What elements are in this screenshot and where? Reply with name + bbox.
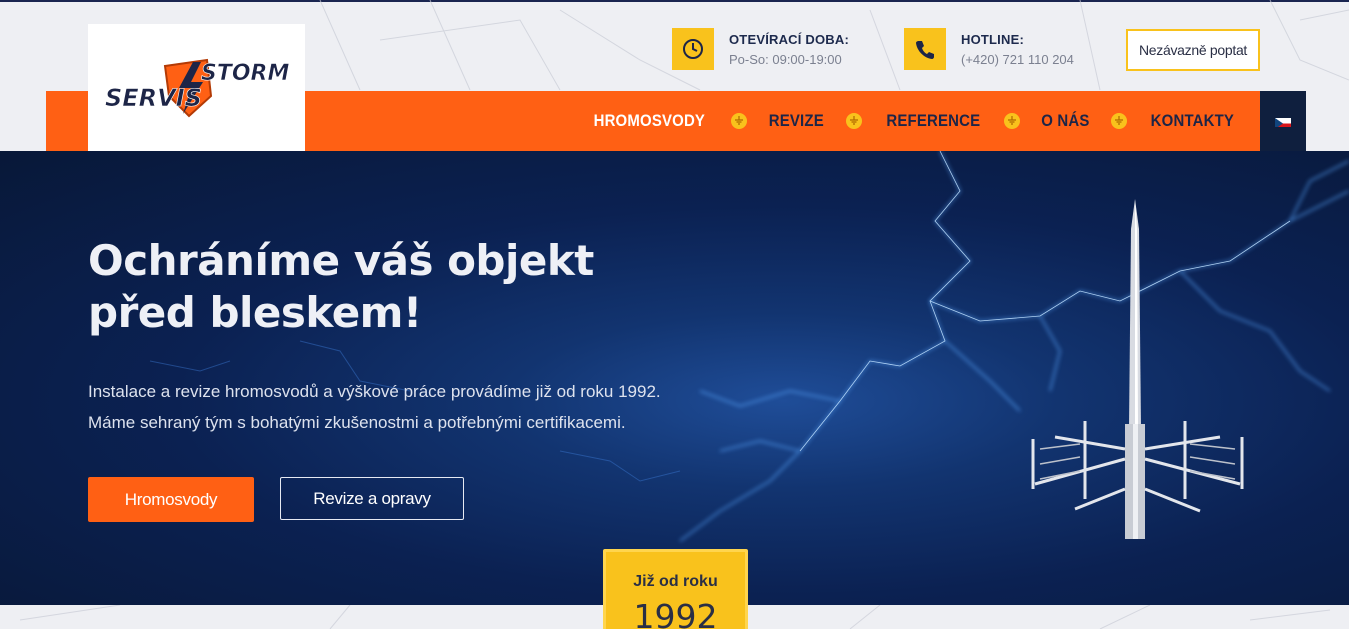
nav-item-o-nas[interactable]: O NÁS [1042,111,1090,131]
revize-button[interactable]: Revize a opravy [280,477,464,520]
quote-button[interactable]: Nezávazně poptat [1126,29,1260,71]
hotline-label: HOTLINE: [961,32,1024,47]
logo[interactable]: STORM SERVIS [88,24,305,151]
hero-desc-line2: Máme sehraný tým s bohatými zkušenostmi … [88,413,626,432]
ground-icon [731,113,748,129]
ground-icon [1004,113,1021,129]
nav-item-kontakty[interactable]: KONTAKTY [1151,111,1234,131]
hromosvody-button[interactable]: Hromosvody [88,477,254,522]
ground-icon [1111,113,1128,129]
top-border [0,0,1349,2]
hero-title: Ochráníme váš objekt před bleskem! [88,235,688,339]
language-switcher[interactable] [1260,91,1306,151]
hero-description: Instalace a revize hromosvodů a výškové … [88,376,738,438]
lightning-rod-icon [1031,199,1244,539]
logo-word-storm: STORM [201,61,289,86]
since-label: Již od roku [633,573,718,590]
opening-hours: OTEVÍRACÍ DOBA: Po-So: 09:00-19:00 [672,28,849,70]
since-year: 1992 [633,597,718,629]
czech-flag-icon [1275,116,1291,127]
hotline-number[interactable]: (+420) 721 110 204 [961,52,1074,67]
logo-word-servis: SERVIS [105,84,202,112]
hours-value: Po-So: 09:00-19:00 [729,52,842,67]
nav-item-hromosvody[interactable]: HROMOSVODY [594,111,705,131]
nav-item-reference[interactable]: REFERENCE [886,111,980,131]
hours-label: OTEVÍRACÍ DOBA: [729,32,849,47]
hotline: HOTLINE: (+420) 721 110 204 [904,28,1074,70]
hero-desc-line1: Instalace a revize hromosvodů a výškové … [88,382,661,401]
nav-item-revize[interactable]: REVIZE [769,111,824,131]
phone-icon [904,28,946,70]
hero-title-line2: před bleskem! [88,288,422,337]
clock-icon [672,28,714,70]
storm-servis-logo-icon: STORM SERVIS [104,58,289,117]
hero-section: Ochráníme váš objekt před bleskem! Insta… [0,151,1349,605]
ground-icon [845,113,862,129]
hero-title-line1: Ochráníme váš objekt [88,236,594,285]
since-year-badge: Již od roku 1992 [603,549,748,629]
